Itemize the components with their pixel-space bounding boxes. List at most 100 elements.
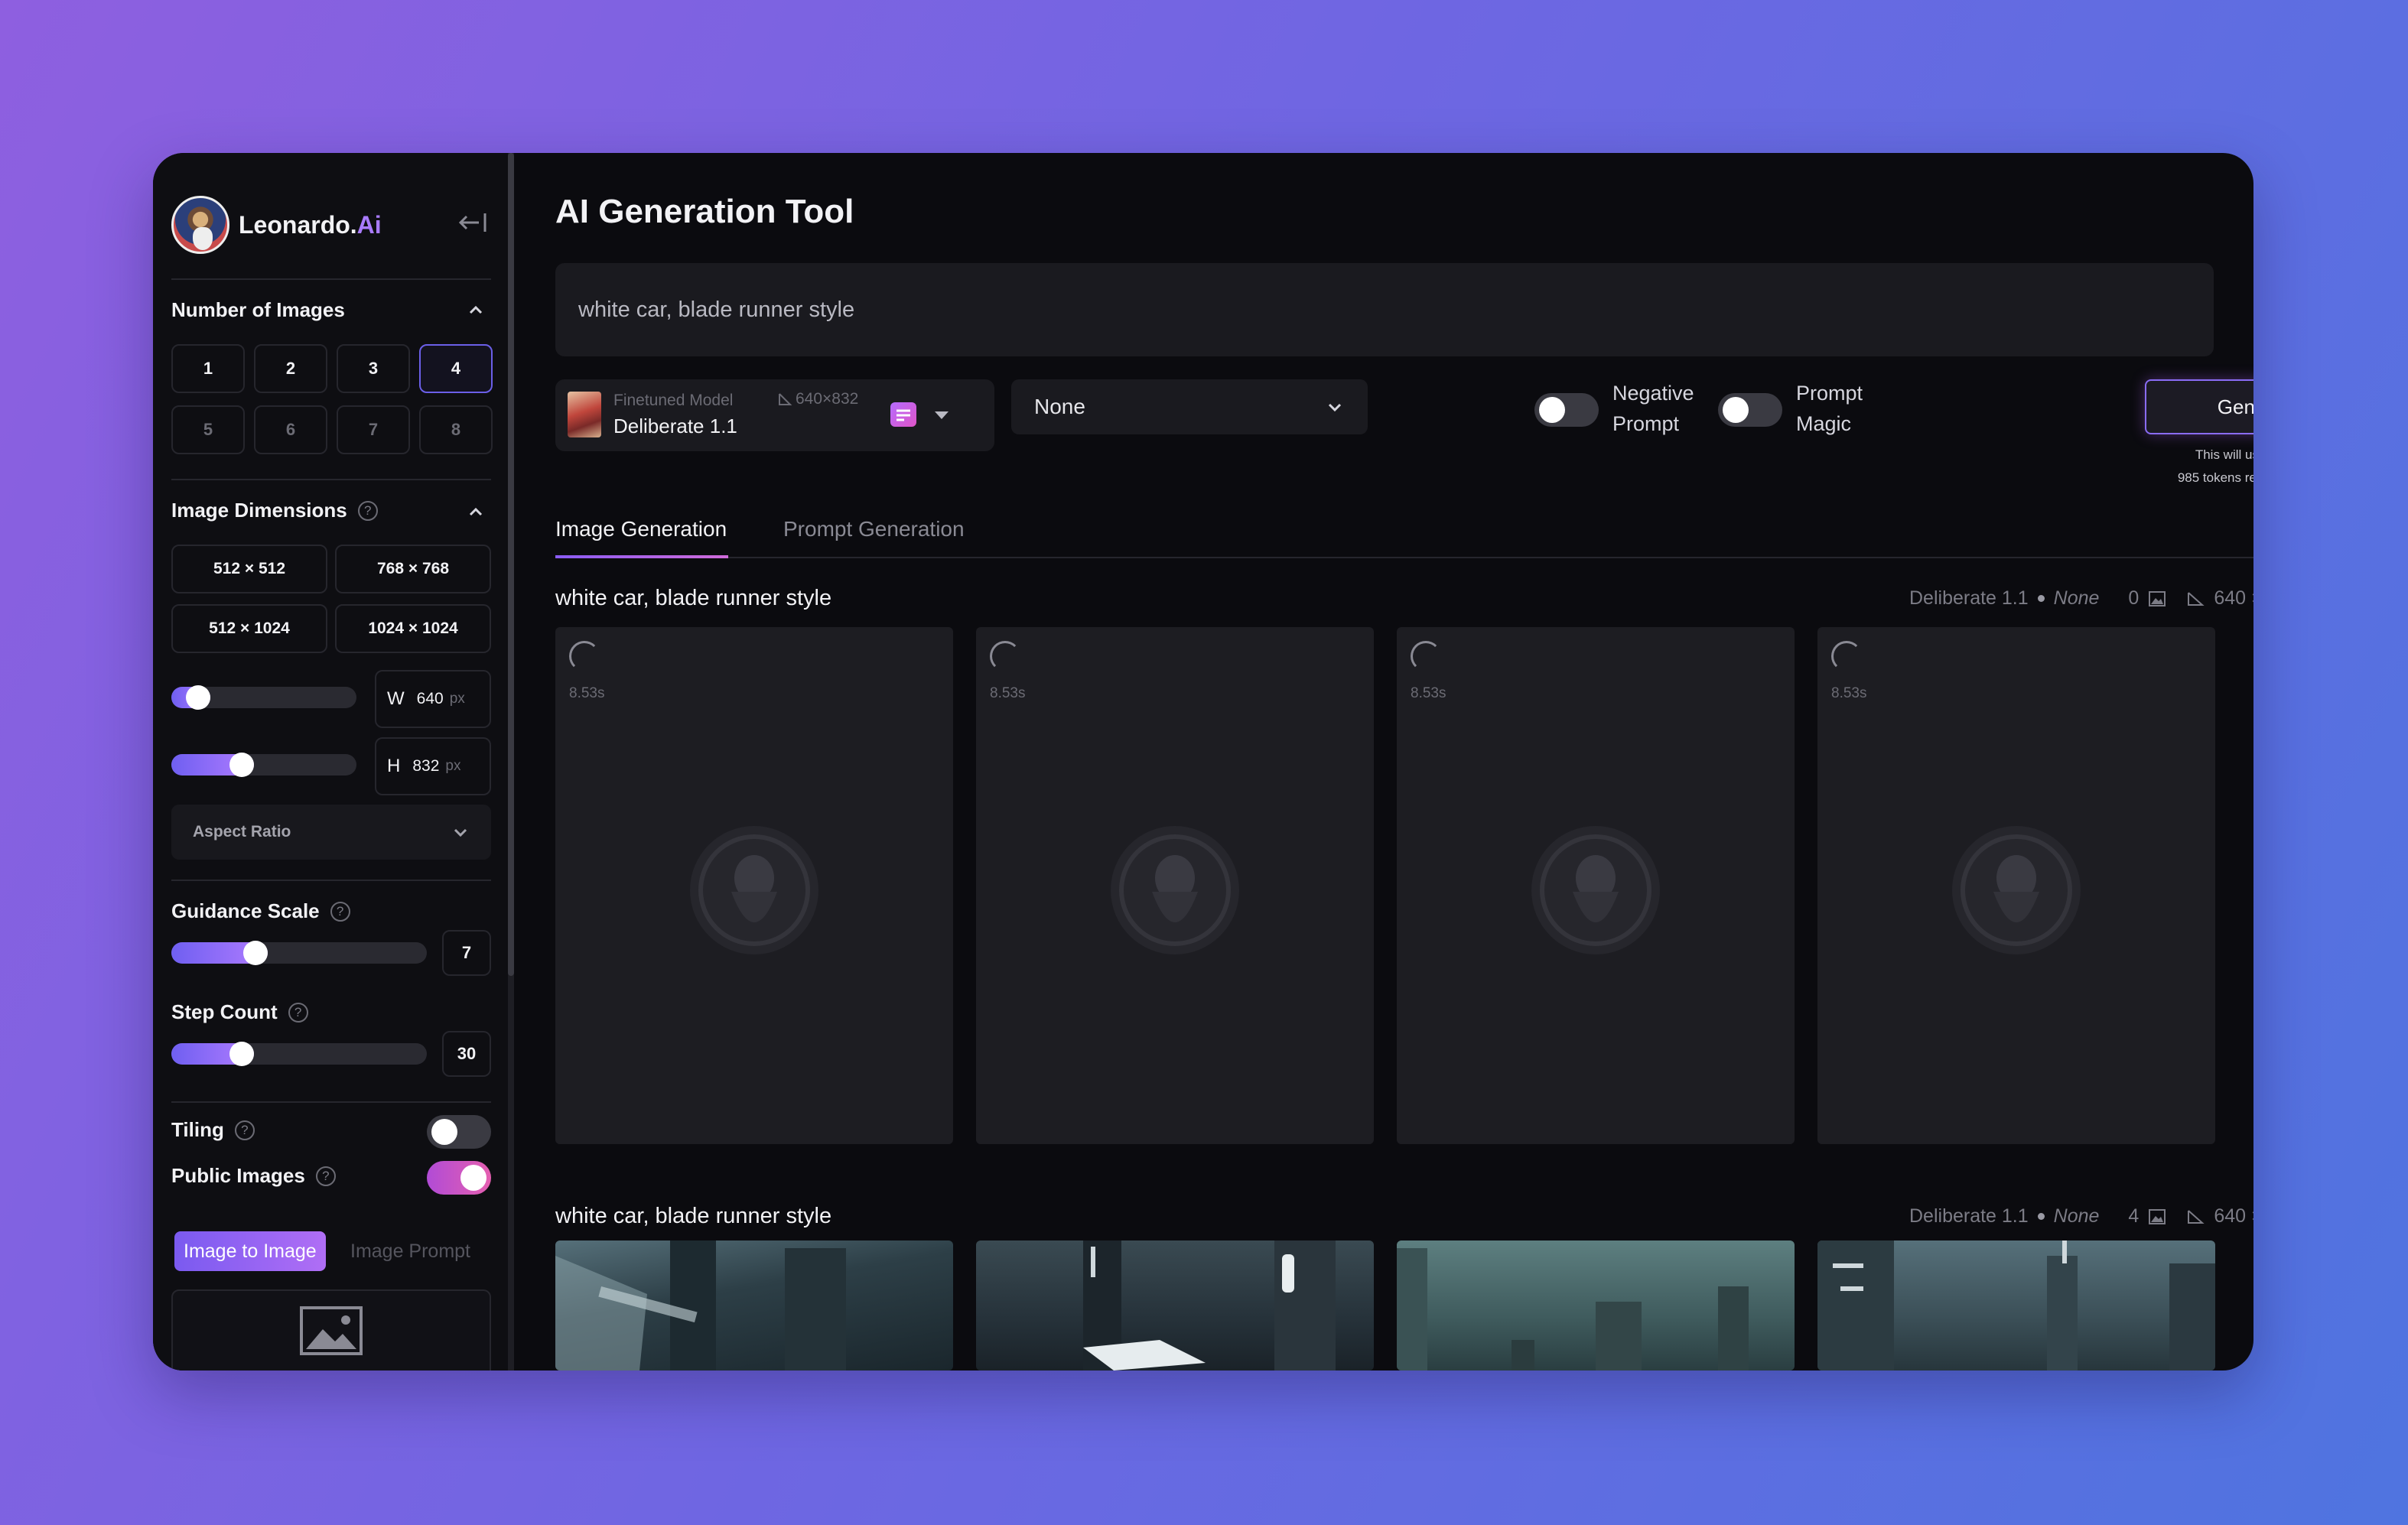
card-time: 8.53s [569, 685, 605, 701]
divider [171, 278, 491, 280]
help-icon[interactable]: ? [234, 1120, 255, 1140]
tab-image-prompt[interactable]: Image Prompt [341, 1231, 480, 1271]
card-time: 8.53s [1831, 685, 1867, 701]
height-slider[interactable] [171, 753, 356, 777]
aspect-ratio-label: Aspect Ratio [193, 823, 291, 841]
width-slider[interactable] [171, 685, 356, 710]
prompt-input[interactable]: white car, blade runner style [555, 263, 2214, 356]
collapse-sidebar-icon[interactable] [457, 211, 488, 234]
help-icon[interactable]: ? [357, 500, 378, 521]
brand-name: Leonardo.Ai [239, 210, 382, 239]
help-icon[interactable]: ? [315, 1166, 336, 1186]
generation-card[interactable]: 8.53s [1817, 627, 2215, 1144]
card-time: 8.53s [1411, 685, 1446, 701]
generation-card[interactable]: 8.53s [976, 627, 1374, 1144]
generation-card[interactable]: 8.53s [555, 627, 953, 1144]
prompt-magic-toggle[interactable] [1718, 393, 1782, 427]
cityscape-image [1083, 1240, 1336, 1371]
image-upload-dropzone[interactable] [171, 1289, 491, 1371]
image-upload-icon [300, 1306, 363, 1355]
width-label: W [387, 688, 405, 709]
generated-image[interactable] [555, 1240, 953, 1371]
num-images-4[interactable]: 4 [419, 344, 493, 393]
leonardo-logo-icon [171, 196, 229, 254]
style-select[interactable]: None [1011, 379, 1368, 434]
chevron-down-icon [454, 828, 467, 837]
leonardo-placeholder-icon [690, 826, 818, 954]
slider-handle[interactable] [229, 753, 254, 777]
dimension-preset-512x512[interactable]: 512 × 512 [171, 545, 327, 593]
tab-prompt-generation[interactable]: Prompt Generation [783, 517, 965, 541]
num-images-6[interactable]: 6 [254, 405, 327, 454]
sidebar-scrollbar[interactable] [508, 153, 514, 976]
dimension-icon [2188, 1209, 2205, 1224]
dimension-preset-1024x1024[interactable]: 1024 × 1024 [335, 604, 491, 653]
prompt-magic-label: Prompt Magic [1796, 382, 1863, 435]
help-icon[interactable]: ? [288, 1002, 308, 1023]
height-unit: px [445, 758, 461, 774]
model-type: Finetuned Model [613, 392, 734, 409]
guidance-scale-title: Guidance Scale ? [171, 899, 350, 923]
tiling-title: Tiling ? [171, 1118, 255, 1142]
divider [171, 479, 491, 480]
num-images-1[interactable]: 1 [171, 344, 245, 393]
width-value[interactable]: 640 [417, 690, 444, 708]
image-count-icon [2149, 590, 2166, 606]
leonardo-placeholder-icon [1111, 826, 1239, 954]
generation-card[interactable]: 8.53s [1397, 627, 1795, 1144]
guidance-scale-slider[interactable] [171, 941, 427, 965]
num-images-3[interactable]: 3 [337, 344, 410, 393]
page-title: AI Generation Tool [555, 193, 854, 230]
generation-meta: Deliberate 1.1 None 0 640 × 832 [1909, 587, 2253, 610]
tiling-toggle[interactable] [427, 1115, 491, 1149]
num-images-8[interactable]: 8 [419, 405, 493, 454]
leonardo-placeholder-icon [1531, 826, 1660, 954]
aspect-ratio-select[interactable]: Aspect Ratio [171, 805, 491, 860]
cityscape-image [1397, 1248, 1749, 1371]
generated-image[interactable] [1817, 1240, 2215, 1371]
tabs-divider [555, 557, 2253, 558]
slider-handle[interactable] [229, 1042, 254, 1066]
number-of-images-title: Number of Images [171, 298, 345, 321]
leonardo-placeholder-icon [1952, 826, 2081, 954]
public-images-toggle[interactable] [427, 1161, 491, 1195]
slider-handle[interactable] [242, 941, 268, 965]
divider [171, 880, 491, 881]
sidebar: Leonardo.Ai Number of Images 1 2 3 4 5 6… [153, 153, 514, 1371]
chevron-up-icon[interactable] [467, 301, 485, 320]
tab-image-generation[interactable]: Image Generation [555, 517, 727, 541]
guidance-scale-value[interactable]: 7 [442, 930, 491, 976]
num-images-7[interactable]: 7 [337, 405, 410, 454]
height-field[interactable]: H 832 px [375, 737, 491, 795]
generation-prompt: white car, blade runner style [555, 1204, 832, 1228]
help-icon[interactable]: ? [330, 901, 350, 922]
dimension-preset-768x768[interactable]: 768 × 768 [335, 545, 491, 593]
step-count-title: Step Count ? [171, 1000, 308, 1024]
token-note: This will use 3 tokens.985 tokens remain… [2177, 447, 2253, 485]
generate-button[interactable]: Generate [2145, 379, 2253, 434]
chevron-up-icon[interactable] [467, 503, 485, 522]
dimension-preset-512x1024[interactable]: 512 × 1024 [171, 604, 327, 653]
model-select[interactable]: Finetuned Model Deliberate 1.1 640×832 [555, 379, 994, 451]
app-window: Leonardo.Ai Number of Images 1 2 3 4 5 6… [153, 153, 2253, 1371]
dimension-icon [779, 393, 792, 405]
generated-image[interactable] [1397, 1240, 1795, 1371]
spinner-icon [990, 641, 1020, 671]
image-dimensions-title: Image Dimensions ? [171, 499, 378, 522]
step-count-slider[interactable] [171, 1042, 427, 1066]
num-images-5[interactable]: 5 [171, 405, 245, 454]
height-value[interactable]: 832 [412, 757, 439, 776]
tab-image-to-image[interactable]: Image to Image [174, 1231, 326, 1271]
cityscape-image [1817, 1240, 2215, 1371]
brand[interactable]: Leonardo.Ai [171, 196, 382, 254]
negative-prompt-toggle[interactable] [1534, 393, 1599, 427]
step-count-value[interactable]: 30 [442, 1031, 491, 1077]
width-field[interactable]: W 640 px [375, 670, 491, 728]
model-dims: 640×832 [777, 390, 858, 408]
spinner-icon [1411, 641, 1441, 671]
generated-image[interactable] [976, 1240, 1374, 1371]
slider-handle[interactable] [185, 685, 210, 710]
style-select-value: None [1034, 395, 1085, 418]
caret-down-icon[interactable] [935, 411, 949, 419]
num-images-2[interactable]: 2 [254, 344, 327, 393]
